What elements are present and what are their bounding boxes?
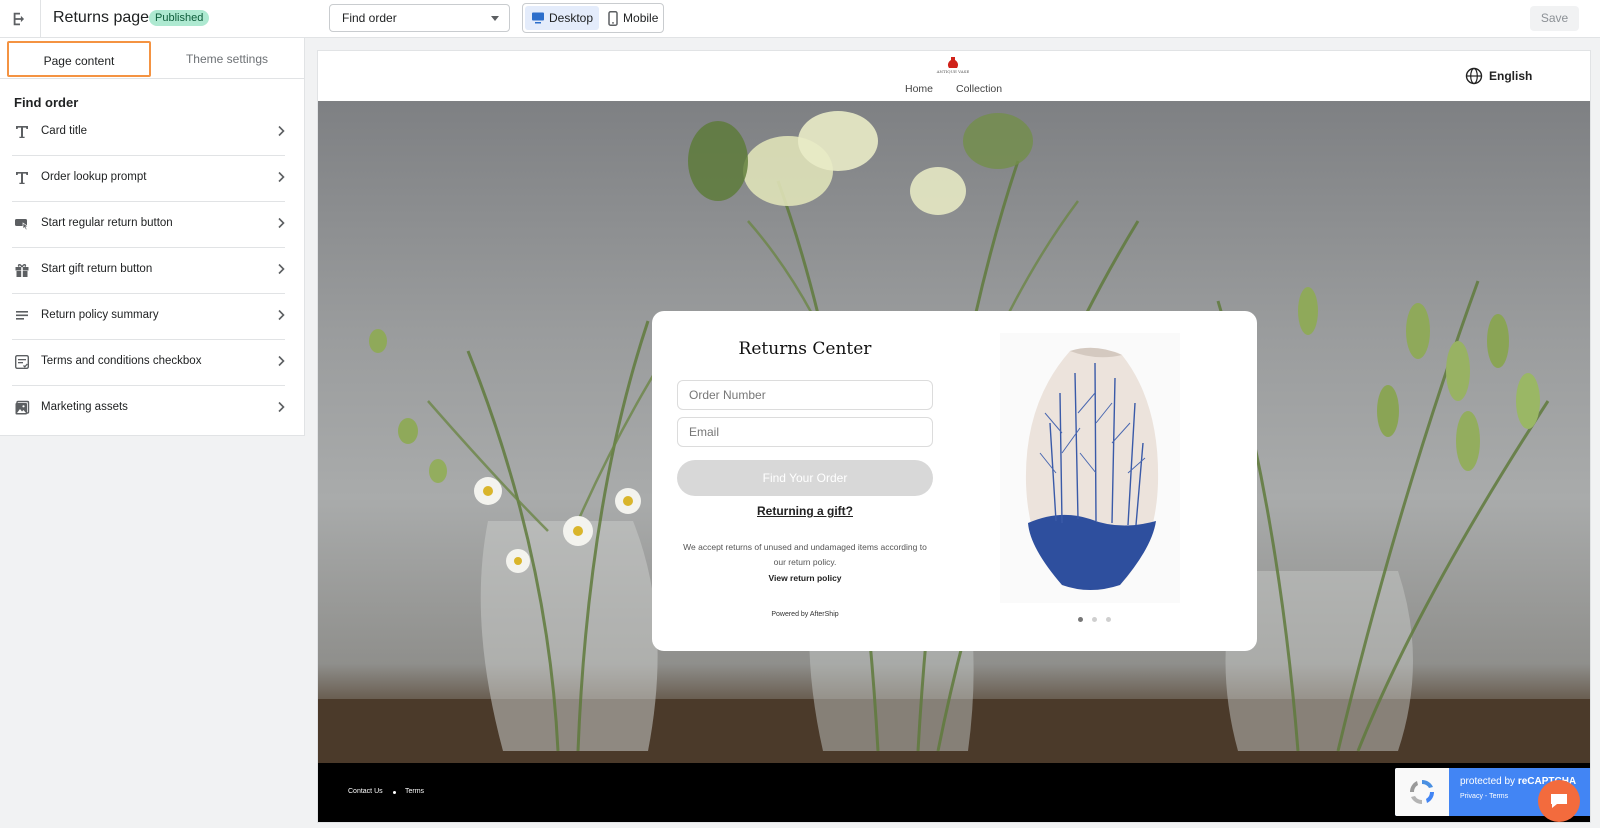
globe-icon	[1465, 67, 1483, 85]
settings-list: Card title Order lookup prompt Start reg…	[0, 110, 305, 432]
chevron-right-icon	[278, 263, 285, 275]
store-header: ANTIQUE VASE Home Collection English	[318, 51, 1590, 101]
tab-theme-settings[interactable]: Theme settings	[155, 41, 299, 77]
recaptcha-icon	[1409, 779, 1435, 805]
recaptcha-privacy-link[interactable]: Privacy	[1460, 793, 1483, 800]
find-order-button[interactable]: Find Your Order	[677, 460, 933, 496]
panel-tabs: Page content Theme settings	[0, 38, 304, 79]
checklist-icon	[13, 353, 30, 370]
footer-contact-link[interactable]: Contact Us	[348, 788, 383, 795]
top-bar: Returns page Published Find order Deskto…	[0, 0, 1600, 38]
settings-item-start-gift-return-button[interactable]: Start gift return button	[0, 248, 291, 294]
settings-item-return-policy-summary[interactable]: Return policy summary	[0, 294, 291, 340]
caret-down-icon	[491, 16, 499, 21]
desktop-button[interactable]: Desktop	[525, 6, 600, 30]
returning-gift-link[interactable]: Returning a gift?	[652, 504, 958, 518]
chat-button[interactable]	[1538, 780, 1580, 822]
email-input[interactable]: Email	[677, 417, 933, 447]
chevron-right-icon	[278, 355, 285, 367]
chevron-right-icon	[278, 309, 285, 321]
store-logo-text: ANTIQUE VASE	[936, 69, 970, 74]
powered-by-label: Powered by AfterShip	[771, 611, 839, 618]
exit-button[interactable]	[8, 7, 32, 31]
button-icon	[13, 215, 30, 232]
desktop-icon	[532, 12, 544, 24]
carousel-dots	[1078, 617, 1111, 622]
mobile-label: Mobile	[623, 11, 659, 25]
recaptcha-logo	[1395, 768, 1449, 816]
nav-home-link[interactable]: Home	[905, 83, 933, 95]
page-title: Returns page	[53, 9, 150, 26]
section-heading: Find order	[14, 95, 79, 110]
language-selector[interactable]: English	[1465, 67, 1532, 85]
image-icon	[13, 399, 30, 416]
settings-item-start-regular-return-button[interactable]: Start regular return button	[0, 202, 291, 248]
gift-icon	[13, 261, 30, 278]
card-title: Returns Center	[738, 339, 872, 359]
settings-item-label: Return policy summary	[41, 309, 159, 321]
vase-image	[1025, 347, 1159, 590]
carousel-dot[interactable]	[1106, 617, 1111, 622]
language-label: English	[1489, 69, 1533, 83]
carousel-dot[interactable]	[1092, 617, 1097, 622]
settings-item-label: Start regular return button	[41, 217, 173, 229]
marketing-image	[1000, 333, 1180, 603]
page-select-value: Find order	[342, 11, 397, 25]
save-button[interactable]: Save	[1530, 6, 1579, 31]
paragraph-icon	[13, 307, 30, 324]
chevron-right-icon	[278, 171, 285, 183]
footer-terms-link[interactable]: Terms	[405, 788, 424, 795]
vase-logo-icon	[947, 57, 959, 68]
recaptcha-prefix: protected by	[1460, 776, 1518, 787]
page-content-panel: Page content Theme settings Find order C…	[0, 38, 305, 436]
settings-item-label: Marketing assets	[41, 401, 128, 413]
status-badge: Published	[149, 10, 210, 26]
chevron-right-icon	[278, 401, 285, 413]
returns-card: Returns Center Order Number Email Find Y…	[652, 311, 1257, 651]
nav-collection-link[interactable]: Collection	[956, 83, 1002, 95]
settings-item-order-lookup-prompt[interactable]: Order lookup prompt	[0, 156, 291, 202]
settings-item-marketing-assets[interactable]: Marketing assets	[0, 386, 291, 432]
view-return-policy-link[interactable]: View return policy	[652, 573, 958, 583]
mobile-icon	[608, 10, 618, 26]
chevron-right-icon	[278, 125, 285, 137]
order-number-input[interactable]: Order Number	[677, 380, 933, 410]
topbar-divider	[40, 0, 41, 38]
settings-item-label: Terms and conditions checkbox	[41, 355, 202, 367]
store-footer: Contact Us Terms protected by reCAPTCHA …	[318, 763, 1590, 822]
settings-item-label: Card title	[41, 125, 88, 137]
settings-item-label: Start gift return button	[41, 263, 153, 275]
settings-item-card-title[interactable]: Card title	[0, 110, 291, 156]
page-select[interactable]: Find order	[329, 4, 510, 32]
exit-icon	[13, 12, 25, 26]
store-preview: ANTIQUE VASE Home Collection English Ret…	[318, 51, 1590, 822]
chat-icon	[1551, 794, 1567, 808]
settings-item-terms-and-conditions-checkbox[interactable]: Terms and conditions checkbox	[0, 340, 291, 386]
chevron-right-icon	[278, 217, 285, 229]
recaptcha-links: Privacy - Terms	[1460, 793, 1509, 800]
return-policy-summary: We accept returns of unused and undamage…	[683, 542, 927, 567]
tab-page-content[interactable]: Page content	[7, 41, 151, 77]
recaptcha-terms-link[interactable]: Terms	[1489, 793, 1508, 800]
footer-separator	[393, 791, 396, 794]
device-toggle: Desktop Mobile	[522, 3, 664, 33]
mobile-button[interactable]: Mobile	[601, 6, 664, 30]
hero-background: Returns Center Order Number Email Find Y…	[318, 101, 1590, 763]
text-icon	[13, 169, 30, 186]
desktop-label: Desktop	[549, 11, 594, 25]
settings-item-label: Order lookup prompt	[41, 171, 147, 183]
carousel-dot[interactable]	[1078, 617, 1083, 622]
text-icon	[13, 123, 30, 140]
